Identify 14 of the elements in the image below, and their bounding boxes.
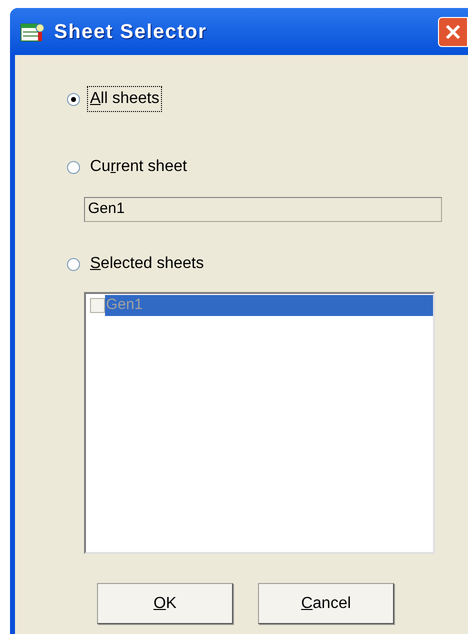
dialog-button[interactable]: OK <box>97 583 233 624</box>
close-button[interactable] <box>438 16 468 46</box>
radio-label[interactable]: Current sheet <box>88 155 189 179</box>
radio-label[interactable]: All sheets <box>88 87 162 111</box>
radio-label[interactable]: Selected sheets <box>88 252 206 276</box>
close-icon <box>444 22 462 40</box>
radio-button[interactable] <box>67 258 80 270</box>
radio-button[interactable] <box>67 160 80 174</box>
dialog-button[interactable]: Cancel <box>258 583 394 624</box>
spreadsheet-icon <box>20 20 46 42</box>
window-title: Sheet Selector <box>54 20 207 44</box>
checkbox[interactable] <box>90 298 105 313</box>
radio-button[interactable] <box>67 92 80 106</box>
current-sheet-field[interactable]: Gen1 <box>84 197 442 222</box>
